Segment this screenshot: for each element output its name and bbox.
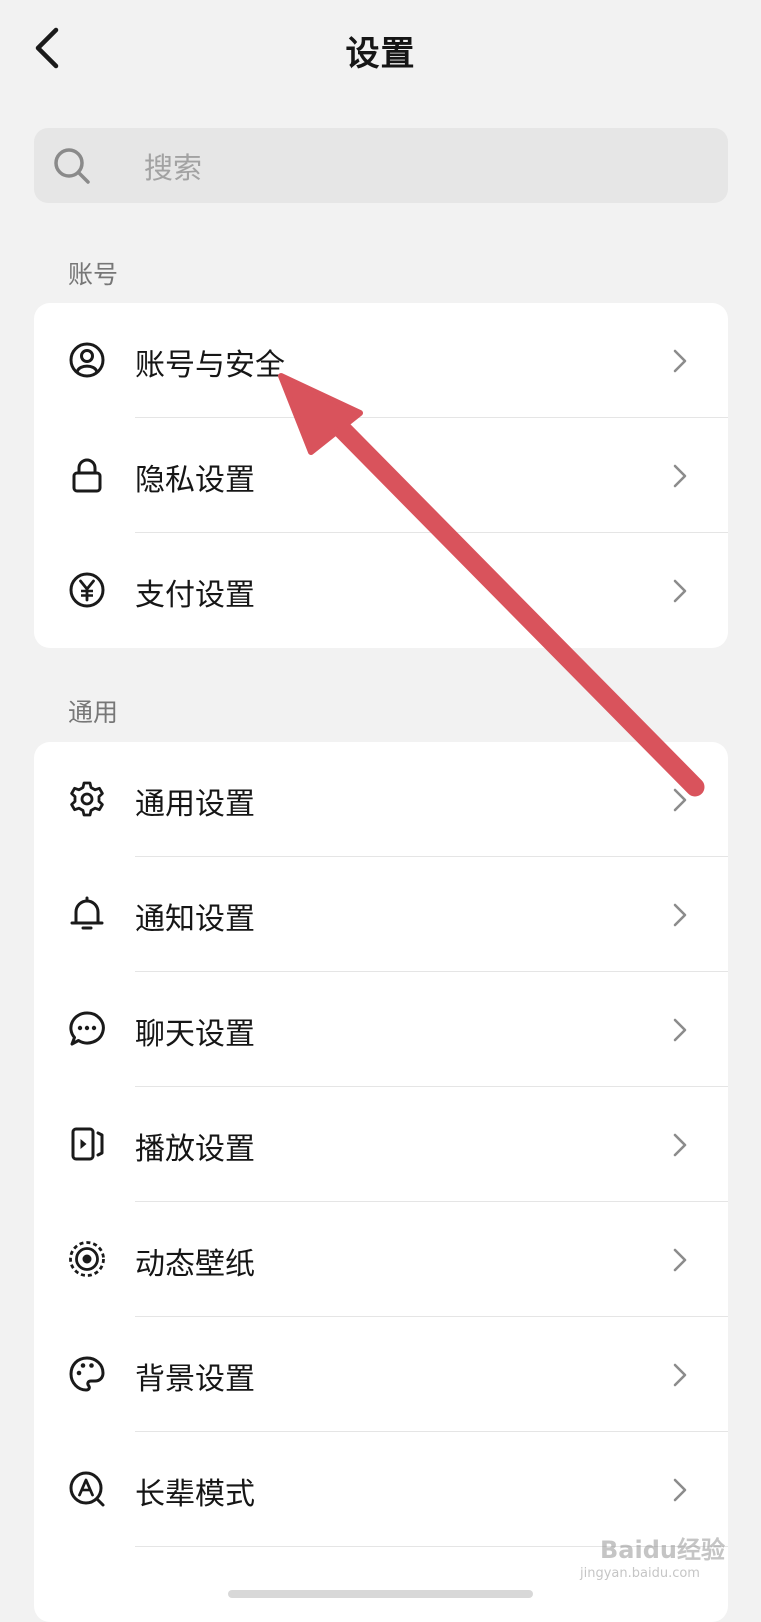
settings-item-label: 账号与安全 bbox=[135, 348, 285, 383]
chat-bubble-icon bbox=[69, 1011, 105, 1046]
settings-item-payment[interactable]: 支付设置 bbox=[34, 533, 728, 648]
lock-icon bbox=[72, 458, 102, 493]
general-settings-card: 通用设置 通知设置 聊天设置 播放设置 动态壁纸 背景设置 长辈模式 bbox=[34, 742, 728, 1622]
settings-item-notification[interactable]: 通知设置 bbox=[34, 857, 728, 972]
play-screen-icon bbox=[71, 1127, 104, 1161]
chevron-right-icon bbox=[673, 349, 687, 373]
gear-icon bbox=[70, 781, 104, 817]
section-label-account: 账号 bbox=[68, 260, 119, 289]
settings-item-label: 通知设置 bbox=[135, 902, 255, 937]
header-bar: 设置 bbox=[0, 0, 761, 100]
elder-mode-icon bbox=[69, 1471, 105, 1507]
search-icon bbox=[54, 148, 90, 184]
live-wallpaper-icon bbox=[69, 1241, 105, 1277]
settings-item-general[interactable]: 通用设置 bbox=[34, 742, 728, 857]
section-label-general: 通用 bbox=[68, 698, 119, 727]
chevron-right-icon bbox=[673, 1018, 687, 1042]
settings-item-label: 支付设置 bbox=[135, 578, 255, 613]
settings-item-label: 背景设置 bbox=[135, 1362, 255, 1397]
settings-item-live-wallpaper[interactable]: 动态壁纸 bbox=[34, 1202, 728, 1317]
chevron-right-icon bbox=[673, 1248, 687, 1272]
settings-item-playback[interactable]: 播放设置 bbox=[34, 1087, 728, 1202]
search-placeholder: 搜索 bbox=[144, 151, 203, 185]
settings-item-label: 长辈模式 bbox=[135, 1477, 255, 1512]
account-settings-card: 账号与安全 隐私设置 支付设置 bbox=[34, 303, 728, 648]
chevron-right-icon bbox=[673, 903, 687, 927]
settings-item-account-security[interactable]: 账号与安全 bbox=[34, 303, 728, 418]
chevron-right-icon bbox=[673, 579, 687, 603]
chevron-right-icon bbox=[673, 1133, 687, 1157]
home-indicator bbox=[228, 1590, 533, 1598]
palette-icon bbox=[69, 1356, 105, 1392]
watermark-brand: Baidu经验 bbox=[600, 1536, 725, 1564]
settings-item-label: 播放设置 bbox=[135, 1132, 255, 1167]
chevron-right-icon bbox=[673, 788, 687, 812]
page-title: 设置 bbox=[345, 34, 416, 74]
chevron-right-icon bbox=[673, 1478, 687, 1502]
settings-item-label: 聊天设置 bbox=[135, 1017, 255, 1052]
settings-item-label: 隐私设置 bbox=[135, 463, 255, 498]
user-circle-icon bbox=[69, 342, 105, 378]
yen-icon bbox=[69, 572, 105, 608]
watermark: Baidu经验 jingyan.baidu.com bbox=[580, 1530, 750, 1590]
settings-item-label: 通用设置 bbox=[135, 787, 255, 822]
settings-item-label: 动态壁纸 bbox=[135, 1247, 255, 1282]
settings-item-background[interactable]: 背景设置 bbox=[34, 1317, 728, 1432]
watermark-url: jingyan.baidu.com bbox=[580, 1566, 700, 1581]
chevron-right-icon bbox=[673, 464, 687, 488]
settings-item-privacy[interactable]: 隐私设置 bbox=[34, 418, 728, 533]
chevron-right-icon bbox=[673, 1363, 687, 1387]
bell-icon bbox=[70, 896, 104, 930]
settings-item-chat[interactable]: 聊天设置 bbox=[34, 972, 728, 1087]
search-input[interactable]: 搜索 bbox=[34, 128, 728, 203]
